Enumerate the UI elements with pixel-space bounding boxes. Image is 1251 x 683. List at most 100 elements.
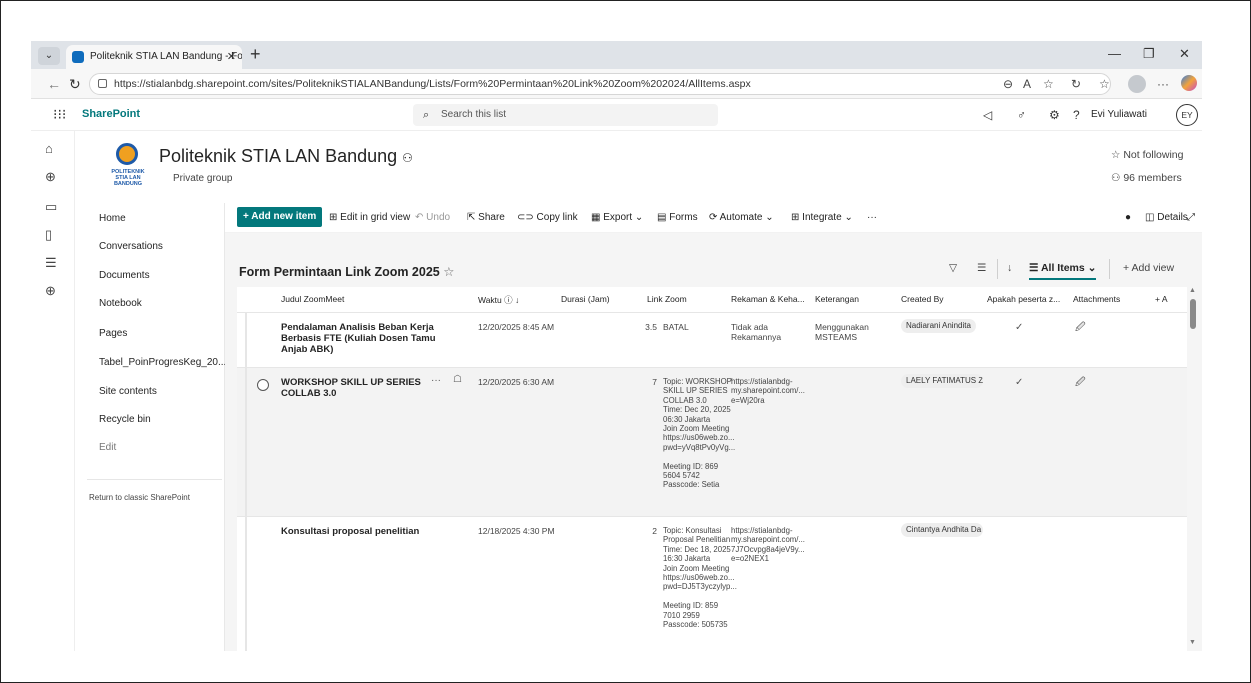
new-tab-button[interactable]: + (250, 43, 261, 65)
tab-close-icon[interactable]: ✕ (227, 45, 236, 69)
favorite-star-icon[interactable]: ☆ (1043, 76, 1054, 92)
members-button[interactable]: ⚇ 96 members (1111, 172, 1182, 184)
help-icon[interactable]: ? (1073, 107, 1080, 123)
row-select-radio[interactable] (257, 379, 269, 391)
created-by-persona[interactable]: Cintantya Andhita Da (901, 523, 983, 537)
row-title[interactable]: Pendalaman Analisis Beban Kerja Berbasis… (281, 322, 451, 355)
column-header-keterangan[interactable]: Keterangan (815, 294, 859, 304)
browser-more-icon[interactable]: ··· (1157, 76, 1169, 92)
read-aloud-icon[interactable]: A (1023, 76, 1031, 92)
restore-button[interactable]: ❐ (1143, 45, 1155, 63)
refresh-icon[interactable]: ↻ (69, 75, 81, 93)
copy-link-button[interactable]: ⊂⊃ Copy link (517, 212, 578, 223)
site-logo[interactable]: POLITEKNIK STIA LAN BANDUNG (105, 143, 151, 187)
file-icon[interactable]: ▯ (45, 227, 52, 243)
user-avatar[interactable]: EY (1176, 104, 1198, 126)
table-row[interactable]: Pendalaman Analisis Beban Kerja Berbasis… (237, 313, 1187, 368)
more-commands-button[interactable]: ··· (867, 212, 877, 223)
table-row[interactable]: WORKSHOP SKILL UP SERIES COLLAB 3.0 ··· … (237, 368, 1187, 517)
view-options-icon[interactable]: ☰ (977, 262, 986, 274)
view-selector[interactable]: ☰ All Items ⌄ (1029, 262, 1097, 280)
column-header-waktu[interactable]: Waktu ⓘ ↓ (478, 294, 519, 306)
tab-title: Politeknik STIA LAN Bandung - Fo (90, 51, 242, 62)
close-window-button[interactable]: ✕ (1179, 45, 1190, 63)
news-icon[interactable]: ▭ (45, 199, 57, 215)
zoom-icon[interactable]: ⊖ (1003, 76, 1013, 92)
column-header-rekaman[interactable]: Rekaman & Keha... (731, 294, 805, 304)
nav-edit-link[interactable]: Edit (99, 442, 116, 453)
share-button[interactable]: ⇱ Share (467, 212, 505, 223)
extensions-icon[interactable]: ↻ (1071, 76, 1081, 92)
favorite-star-icon[interactable]: ☆ (443, 265, 454, 279)
return-classic-link[interactable]: Return to classic SharePoint (89, 493, 190, 502)
row-rekaman[interactable]: https://stialanbdg- my.sharepoint.com/..… (731, 377, 811, 405)
nav-item-site-contents[interactable]: Site contents (99, 386, 157, 397)
filter-icon[interactable]: ▽ (949, 262, 957, 274)
row-title[interactable]: WORKSHOP SKILL UP SERIES COLLAB 3.0 (281, 377, 431, 399)
favorites-icon[interactable]: ☆ (1099, 76, 1110, 92)
sharepoint-brand[interactable]: SharePoint (82, 108, 140, 120)
vertical-scrollbar[interactable]: ▲ ▼ (1188, 287, 1198, 651)
search-input[interactable]: ⌕ Search this list (413, 104, 718, 126)
site-title[interactable]: Politeknik STIA LAN Bandung ⚇ (159, 146, 413, 167)
add-new-item-button[interactable]: + Add new item (237, 207, 323, 227)
edit-grid-view-button[interactable]: ⊞ Edit in grid view (329, 212, 410, 223)
tab-actions-menu[interactable]: ⌄ (38, 47, 60, 65)
automate-button[interactable]: ⟳ Automate ⌄ (709, 212, 774, 223)
url-field[interactable]: https://stialanbdg.sharepoint.com/sites/… (89, 73, 1111, 95)
integrate-button[interactable]: ⊞ Integrate ⌄ (791, 212, 853, 223)
home-icon[interactable]: ⌂ (45, 141, 53, 157)
scroll-up-icon[interactable]: ▲ (1189, 287, 1196, 294)
attachment-icon: 🖉 (1075, 377, 1086, 388)
back-arrow-icon[interactable]: ← (47, 75, 61, 93)
scrollbar-thumb[interactable] (1190, 299, 1196, 329)
sort-icon[interactable]: ↓ (1007, 262, 1012, 274)
table-row[interactable]: Konsultasi proposal penelitian 12/18/202… (237, 517, 1187, 651)
column-header-created-by[interactable]: Created By (901, 294, 944, 304)
create-plus-icon[interactable]: ⊕ (45, 283, 56, 299)
integrate-icon: ⊞ (791, 212, 800, 223)
nav-item-tabel[interactable]: Tabel_PoinProgresKeg_20... (99, 357, 226, 368)
browser-tab[interactable]: Politeknik STIA LAN Bandung - Fo ✕ (66, 45, 242, 69)
created-by-persona[interactable]: LAELY FATIMATUS ZAI (901, 374, 983, 388)
nav-item-recycle-bin[interactable]: Recycle bin (99, 414, 151, 425)
chevron-down-icon: ⌄ (765, 212, 774, 223)
minimize-button[interactable]: — (1108, 45, 1121, 63)
site-subtitle: Private group (173, 173, 233, 184)
column-header-durasi[interactable]: Durasi (Jam) (561, 294, 610, 304)
row-title[interactable]: Konsultasi proposal penelitian (281, 526, 451, 537)
left-navigation: Home Conversations Documents Notebook Pa… (75, 203, 226, 651)
created-by-persona[interactable]: Nadiarani Anindita (901, 319, 976, 333)
megaphone-icon[interactable]: ◁ (983, 107, 992, 123)
app-launcher-icon[interactable]: ⁝⁝⁝ (53, 106, 66, 122)
share-network-icon[interactable]: ♂ (1017, 107, 1026, 123)
comment-icon[interactable]: ☖ (453, 374, 462, 385)
copilot-icon[interactable] (1181, 75, 1197, 91)
nav-item-conversations[interactable]: Conversations (99, 241, 163, 252)
details-button[interactable]: ◫ Details (1145, 212, 1188, 223)
add-view-button[interactable]: + Add view (1123, 262, 1174, 274)
copilot-agent-icon[interactable]: ● (1125, 212, 1131, 223)
nav-item-home[interactable]: Home (99, 213, 126, 224)
forms-button[interactable]: ▤ Forms (657, 212, 698, 223)
nav-item-notebook[interactable]: Notebook (99, 298, 142, 309)
row-rekaman[interactable]: https://stialanbdg- my.sharepoint.com/..… (731, 526, 811, 564)
user-name[interactable]: Evi Yuliawati (1091, 109, 1147, 120)
undo-button[interactable]: ↶ Undo (415, 212, 450, 223)
export-button[interactable]: ▦ Export ⌄ (591, 212, 643, 223)
settings-gear-icon[interactable]: ⚙ (1049, 107, 1060, 123)
column-header-link-zoom[interactable]: Link Zoom (647, 294, 687, 304)
scroll-down-icon[interactable]: ▼ (1189, 639, 1196, 646)
follow-button[interactable]: ☆ Not following (1111, 149, 1183, 161)
column-header-apakah[interactable]: Apakah peserta z... (987, 294, 1060, 304)
column-header-attachments[interactable]: Attachments (1073, 294, 1120, 304)
column-header-judul[interactable]: Judul ZoomMeet (281, 294, 344, 304)
add-column-button[interactable]: + A (1155, 294, 1168, 304)
row-more-button[interactable]: ··· (431, 375, 441, 386)
globe-icon[interactable]: ⊕ (45, 169, 56, 185)
nav-item-pages[interactable]: Pages (99, 328, 127, 339)
nav-item-documents[interactable]: Documents (99, 270, 150, 281)
list-icon[interactable]: ☰ (45, 255, 57, 271)
expand-icon[interactable]: ⤢ (1187, 212, 1195, 223)
browser-profile-avatar[interactable] (1128, 75, 1146, 93)
